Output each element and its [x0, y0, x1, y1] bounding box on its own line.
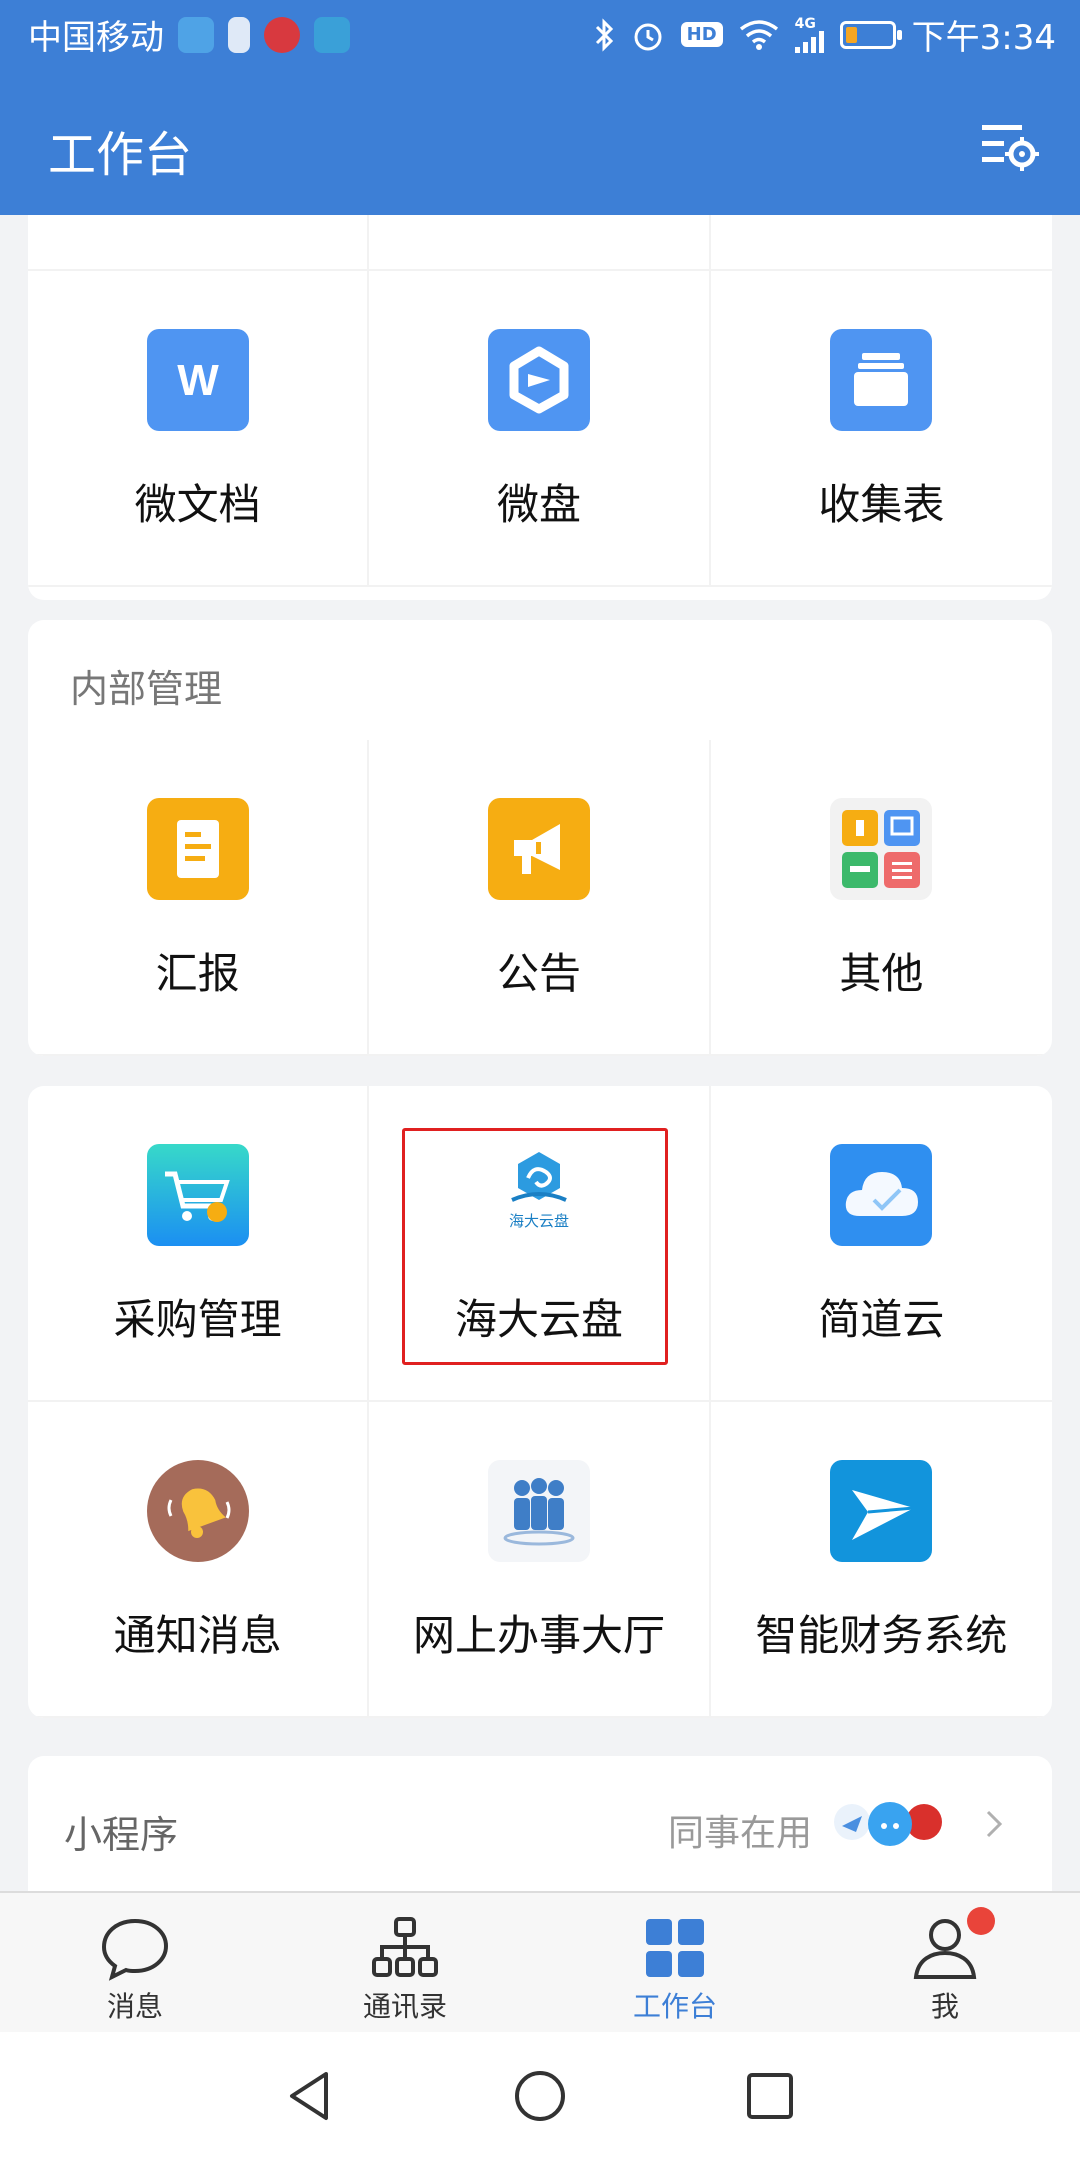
signal-icon: [794, 30, 824, 53]
app-tile-label: 简道云: [818, 1295, 945, 1344]
app-notification-icon: [178, 16, 214, 53]
app-tile-others[interactable]: 其他: [710, 740, 1052, 1056]
paper-plane-icon: [830, 1460, 933, 1562]
app-tile-label: 采购管理: [113, 1295, 282, 1344]
app-tile-jiandaoyun[interactable]: 简道云: [710, 1086, 1052, 1402]
internal-management-card: 内部管理 汇报 公告 其他: [28, 620, 1052, 1056]
app-tile-label: 公告: [496, 949, 581, 998]
hd-badge: HD: [680, 22, 723, 47]
report-icon: [146, 798, 249, 900]
app-tile-report[interactable]: 汇报: [28, 740, 370, 1056]
doc-w-icon: W: [146, 329, 249, 431]
section-title: 内部管理: [70, 667, 223, 711]
app-tile-announcement[interactable]: 公告: [369, 740, 711, 1056]
tab-label: 工作台: [632, 1990, 717, 2023]
app-tile-label: 微文档: [134, 480, 261, 529]
app-tile-label: 网上办事大厅: [412, 1611, 665, 1660]
page-title: 工作台: [48, 127, 193, 183]
org-chart-icon: [372, 1917, 438, 1977]
chevron-right-icon: [986, 1810, 1003, 1838]
battery-icon: [839, 20, 902, 49]
app-tile-procurement[interactable]: 采购管理: [28, 1086, 370, 1402]
chat-bubble-icon: [101, 1918, 169, 1981]
tab-me[interactable]: 我: [810, 1893, 1080, 2032]
mini-programs-card[interactable]: 小程序 同事在用: [28, 1756, 1052, 1891]
app-tile-weidoc[interactable]: W 微文档: [28, 271, 370, 587]
app-tile-label: 汇报: [155, 949, 240, 998]
chat-mini-icon: [868, 1802, 912, 1846]
home-icon[interactable]: [510, 2066, 570, 2126]
app-header: 工作台: [0, 75, 1080, 215]
scrolled-cell: [28, 215, 370, 271]
app-tile-label: 收集表: [818, 480, 945, 529]
app-tile-online-hall[interactable]: 网上办事大厅: [369, 1402, 711, 1718]
bluetooth-icon: [595, 17, 613, 52]
workbench-content[interactable]: W 微文档 微盘 收集表 内部管理 汇报 公告 其他 采购管理 海大云盘 海大云…: [0, 215, 1080, 1891]
scrolled-cell: [710, 215, 1052, 271]
people-group-icon: [487, 1460, 590, 1562]
selection-highlight: [402, 1128, 668, 1365]
workbench-grid-icon: [646, 1919, 704, 1977]
mini-programs-title: 小程序: [64, 1813, 179, 1857]
hema-app-icon: [314, 16, 350, 53]
svg-text:W: W: [177, 356, 219, 405]
sim-icon: [228, 16, 250, 53]
bank-app-icon: [264, 16, 300, 53]
wifi-icon: [739, 19, 778, 50]
tab-label: 我: [930, 1990, 959, 2023]
tab-messages[interactable]: 消息: [0, 1893, 270, 2032]
megaphone-icon: [487, 798, 590, 900]
clock: 下午3:34: [911, 18, 1056, 58]
tab-contacts[interactable]: 通讯录: [270, 1893, 540, 2032]
system-nav-bar: [0, 2032, 1080, 2160]
status-bar: 中国移动 HD 4G 下午3:34: [0, 0, 1080, 75]
tab-label: 通讯录: [362, 1990, 447, 2023]
battery-level: [845, 26, 857, 43]
colleagues-using-label: 同事在用: [667, 1813, 812, 1854]
app-tile-label: 通知消息: [113, 1611, 282, 1660]
app-tile-finance-system[interactable]: 智能财务系统: [710, 1402, 1052, 1718]
bell-icon: [146, 1460, 249, 1562]
form-collect-icon: [830, 329, 933, 431]
cloud-disk-icon: [487, 329, 590, 431]
back-icon[interactable]: [280, 2066, 340, 2126]
bottom-tab-bar: 消息 通讯录 工作台 我: [0, 1891, 1080, 2032]
alarm-icon: [634, 23, 662, 50]
tab-label: 消息: [106, 1990, 163, 2023]
scrolled-cell: [369, 215, 711, 271]
app-tile-notification[interactable]: 通知消息: [28, 1402, 370, 1718]
app-tile-label: 智能财务系统: [755, 1611, 1008, 1660]
network-type: 4G: [794, 15, 816, 32]
app-tile-label: 其他: [839, 949, 924, 998]
top-apps-card: W 微文档 微盘 收集表: [28, 215, 1052, 600]
settings-list-icon[interactable]: [980, 117, 1040, 177]
mini-program-icons: [832, 1792, 952, 1856]
app-tile-label: 微盘: [496, 480, 581, 529]
cloud-icon: [830, 1144, 933, 1246]
app-tile-collect-form[interactable]: 收集表: [710, 271, 1052, 587]
carrier-name: 中国移动: [28, 18, 164, 58]
shopping-cart-icon: [146, 1144, 249, 1246]
grid-others-icon: [830, 798, 933, 900]
app-tile-weipan[interactable]: 微盘: [369, 271, 711, 587]
notification-dot: [967, 1907, 995, 1935]
tab-workbench[interactable]: 工作台: [540, 1893, 810, 2032]
recents-icon[interactable]: [740, 2066, 800, 2126]
